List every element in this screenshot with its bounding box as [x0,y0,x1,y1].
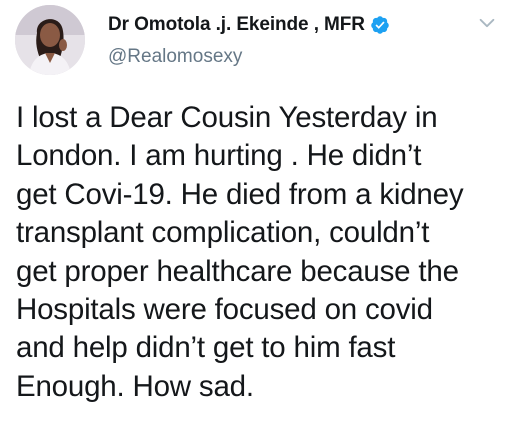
profile-photo-icon [15,5,85,75]
tweet-card: Dr Omotola .j. Ekeinde , MFR @Realomosex… [0,0,511,427]
avatar[interactable] [15,5,85,75]
chevron-down-icon[interactable] [476,12,498,34]
verified-badge-icon [371,16,389,34]
tweet-text: I lost a Dear Cousin Yesterday in London… [16,101,464,403]
author-name-row[interactable]: Dr Omotola .j. Ekeinde , MFR [108,10,390,40]
author-display-name[interactable]: Dr Omotola .j. Ekeinde , MFR [108,14,365,36]
author-handle[interactable]: @Realomosexy [108,46,242,68]
